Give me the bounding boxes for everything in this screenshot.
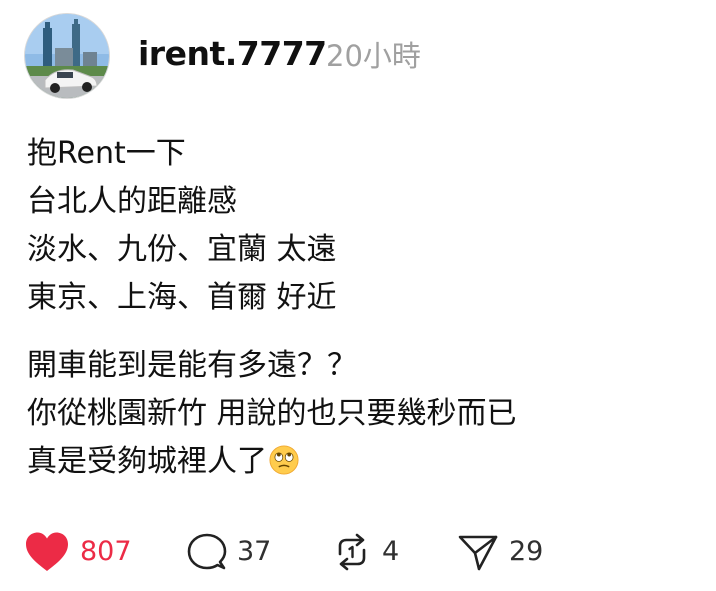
text-line: 淡水、九份、宜蘭 太遠 — [27, 232, 337, 267]
reply-button[interactable]: 37 — [187, 527, 271, 577]
share-count: 29 — [509, 536, 544, 567]
text-line: 你從桃園新竹 用說的也只要幾秒而已 — [27, 396, 517, 431]
post-content: 抱Rent一下 台北人的距離感 淡水、九份、宜蘭 太遠 東京、上海、首爾 好近 … — [27, 130, 697, 506]
repost-icon — [338, 533, 366, 571]
text-line-with-emoji: 真是受夠城裡人了 — [27, 438, 697, 486]
avatar[interactable] — [24, 13, 110, 99]
like-button[interactable]: 807 — [24, 527, 132, 577]
threads-post: irent.7777 20小時 抱Rent一下 台北人的距離感 淡水、九份、宜蘭… — [0, 0, 716, 591]
paragraph-2: 開車能到是能有多遠？？ 你從桃園新竹 用說的也只要幾秒而已 真是受夠城裡人了 — [27, 342, 697, 486]
text-line: 真是受夠城裡人了 — [27, 444, 267, 479]
like-count: 807 — [80, 536, 132, 567]
repost-count: 4 — [382, 536, 400, 567]
timestamp: 20小時 — [326, 39, 421, 73]
share-button[interactable]: 29 — [457, 527, 543, 577]
text-line: 台北人的距離感 — [27, 184, 237, 219]
avatar-photo — [25, 14, 109, 98]
paragraph-1: 抱Rent一下 台北人的距離感 淡水、九份、宜蘭 太遠 東京、上海、首爾 好近 — [27, 130, 697, 322]
send-icon — [458, 535, 498, 571]
text-line: 開車能到是能有多遠？？ — [27, 348, 357, 383]
text-line: 東京、上海、首爾 好近 — [27, 280, 337, 315]
post-actions: 807 37 4 29 — [24, 527, 704, 577]
rolling-eyes-emoji-icon — [269, 445, 299, 475]
speech-bubble-icon — [187, 533, 227, 570]
repost-button[interactable]: 4 — [332, 527, 399, 577]
reply-count: 37 — [237, 536, 272, 567]
username[interactable]: irent.7777 — [138, 32, 327, 76]
heart-filled-icon — [26, 532, 68, 571]
text-line: 抱Rent一下 — [27, 136, 186, 171]
